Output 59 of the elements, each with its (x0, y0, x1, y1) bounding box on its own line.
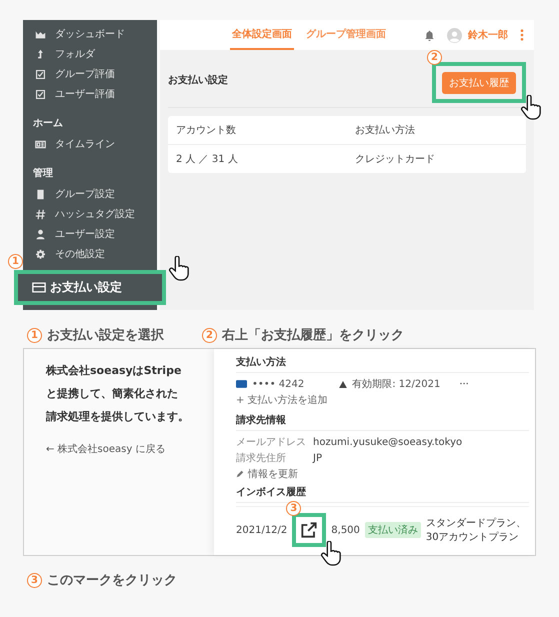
update-info-link[interactable]: 情報を更新 (236, 466, 529, 481)
hash-icon (35, 208, 46, 220)
step-number: 2 (427, 50, 442, 65)
card-icon (32, 282, 46, 293)
step-caption: 右上「お支払履歴」をクリック (222, 327, 404, 344)
step-caption: お支払い設定を選択 (47, 326, 164, 344)
invoice-amount: 8,500 (331, 524, 360, 536)
sidebar-item[interactable]: タイムライン (23, 134, 157, 154)
section-heading: インボイス履歴 (236, 485, 529, 503)
step-caption: このマークをクリック (47, 572, 177, 589)
section-heading: 支払い方法 (236, 355, 529, 373)
table-cell-text: 2 人 ／ 31 人 (175, 153, 239, 167)
sidebar-item[interactable]: ダッシュボード (23, 24, 157, 44)
step-number: 2 (202, 328, 217, 342)
sidebar-heading: 管理 (32, 166, 54, 181)
id-card-icon (35, 138, 46, 150)
sidebar-item[interactable]: ユーザー設定 (23, 224, 157, 244)
card-icon (236, 380, 247, 388)
invoice-description: スタンダードプラン、30アカウントプラン (426, 516, 527, 544)
invoice-date: 2021/12/2 (236, 524, 288, 536)
sidebar-item[interactable]: その他設定 (23, 244, 157, 264)
hand-cursor-icon (520, 95, 542, 121)
section-heading: 請求先情報 (236, 413, 529, 431)
pencil-icon (236, 470, 244, 478)
step-number: 1 (8, 254, 23, 269)
building-icon (35, 188, 46, 200)
checkbox-icon (35, 88, 46, 100)
step-number: 3 (27, 572, 42, 588)
more-menu[interactable]: ··· (459, 378, 469, 390)
bell-icon[interactable] (424, 30, 435, 40)
person-icon (35, 228, 46, 240)
card-expiry: 有効期限: 12/2021 (352, 378, 440, 391)
page-title: お支払い設定 (168, 73, 228, 86)
gear-icon (35, 248, 46, 260)
status-badge: 支払い済み (364, 522, 421, 538)
back-link[interactable]: ← 株式会社soeasy に戻る (46, 442, 204, 456)
table-cell-text: クレジットカード (354, 153, 436, 167)
sidebar-item[interactable]: ユーザー評価 (23, 84, 157, 104)
sidebar-item[interactable]: グループ設定 (23, 184, 157, 204)
more-menu-icon[interactable] (520, 29, 524, 41)
external-link-icon[interactable] (299, 520, 320, 540)
warning-icon (339, 380, 348, 388)
field-value: JP (313, 452, 322, 464)
add-payment-link[interactable]: + 支払い方法を追加 (236, 392, 529, 407)
step-number: 1 (27, 328, 42, 342)
sidebar-item[interactable]: フォルダ (23, 44, 157, 64)
column-header: アカウント数 (175, 124, 237, 138)
field-label: メールアドレス (236, 436, 307, 449)
sidebar-item[interactable]: ハッシュタグ設定 (23, 204, 157, 224)
card-number: •••• 4242 (252, 378, 304, 390)
checkbox-icon (35, 68, 46, 80)
field-label: 請求先住所 (236, 452, 287, 465)
field-value: hozumi.yusuke@soeasy.tokyo (313, 436, 462, 448)
intro-text: 株式会社soeasyはStripe と提携して、簡素化された 請求処理を提供しています。 (46, 363, 190, 426)
sidebar-item[interactable]: グループ評価 (23, 64, 157, 84)
column-header: お支払い方法 (354, 124, 416, 138)
hand-cursor-icon (168, 256, 190, 282)
sidebar-heading: ホーム (32, 117, 64, 131)
step-number: 3 (286, 501, 302, 516)
